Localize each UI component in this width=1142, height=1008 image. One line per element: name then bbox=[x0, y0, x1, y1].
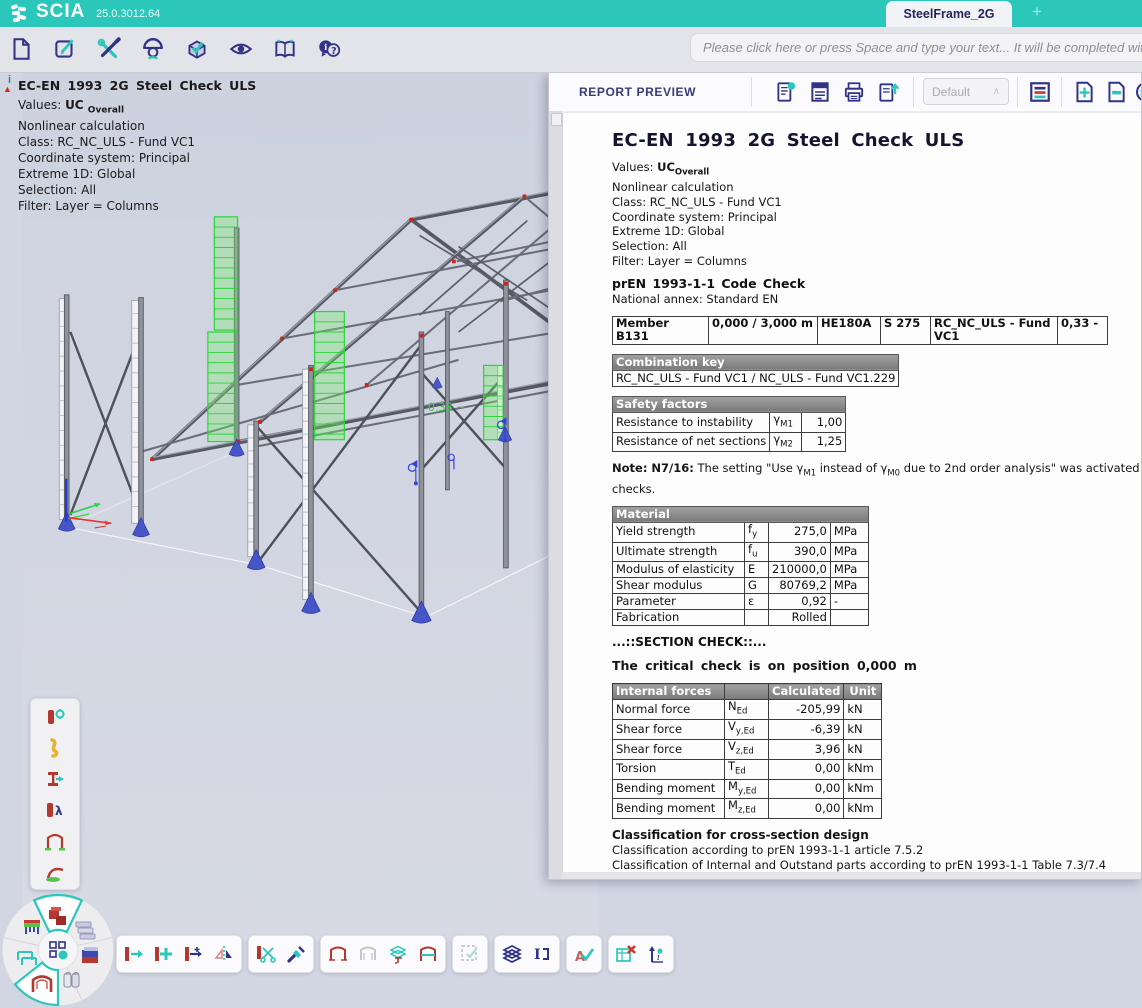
check-member-icon[interactable]: A bbox=[569, 938, 599, 970]
project-tab[interactable]: SteelFrame_2G bbox=[886, 1, 1012, 27]
title-bar: SCIA 25.0.3012.64 SteelFrame_2G + bbox=[0, 0, 1142, 27]
frame-ghost-icon[interactable] bbox=[353, 938, 383, 970]
svg-text:?: ? bbox=[331, 46, 337, 57]
overlay-meta-lines: Nonlinear calculationClass: RC_NC_ULS - … bbox=[18, 118, 256, 214]
scia-logo-icon bbox=[8, 3, 32, 25]
doc-title: EC-EN 1993 2G Steel Check ULS bbox=[612, 130, 1141, 151]
report-horizontal-scrollbar[interactable] bbox=[562, 872, 1141, 879]
member-summary-table: Member B1310,000 / 3,000 mHE180AS 275RC_… bbox=[612, 316, 1108, 345]
chevron-up-icon: ∧ bbox=[993, 86, 1000, 97]
edit-project-icon[interactable] bbox=[48, 32, 82, 66]
report-left-gutter[interactable] bbox=[549, 111, 562, 879]
internal-forces-table: Internal forcesCalculatedUnitNormal forc… bbox=[612, 683, 882, 819]
view-icon[interactable] bbox=[224, 32, 258, 66]
report-page[interactable]: EC-EN 1993 2G Steel Check ULS Values: UC… bbox=[562, 113, 1141, 872]
new-project-icon[interactable] bbox=[4, 32, 38, 66]
report-preview-header: REPORT PREVIEW Default ∧ 100 bbox=[549, 73, 1141, 112]
curved-member-icon[interactable] bbox=[33, 732, 77, 763]
grid-stack-icon[interactable] bbox=[383, 938, 413, 970]
classification-heading: Classification for cross-section design bbox=[612, 828, 1141, 842]
mirror-icon[interactable] bbox=[209, 938, 239, 970]
warning-triangle-icon: ▲ bbox=[3, 85, 12, 94]
measure-info-icon[interactable]: i bbox=[641, 938, 671, 970]
critical-position-line: The critical check is on position 0,000 … bbox=[612, 658, 1141, 673]
combination-key-table: Combination keyRC_NC_ULS - Fund VC1 / NC… bbox=[612, 354, 899, 387]
doc-meta-lines: Nonlinear calculationClass: RC_NC_ULS - … bbox=[612, 180, 1141, 269]
rename-member-icon[interactable]: I bbox=[527, 938, 557, 970]
spotlight-input[interactable] bbox=[690, 33, 1142, 62]
doc-values-line: Values: UCOverall bbox=[612, 160, 1141, 180]
engineer-icon[interactable] bbox=[136, 32, 170, 66]
brand-logo: SCIA bbox=[36, 1, 85, 23]
template-dropdown[interactable]: Default ∧ bbox=[923, 78, 1009, 105]
member-settings-icon[interactable] bbox=[33, 701, 77, 732]
steel-box-icon bbox=[82, 947, 98, 963]
version-label: 25.0.3012.64 bbox=[96, 8, 160, 20]
national-annex: National annex: Standard EN bbox=[612, 292, 1141, 306]
svg-text:i: i bbox=[657, 953, 660, 963]
library-icon[interactable] bbox=[268, 32, 302, 66]
overlay-values-line: Values: UC Overall bbox=[18, 97, 256, 118]
panel-title: REPORT PREVIEW bbox=[579, 85, 696, 99]
safety-factors-table: Safety factorsResistance to instabilityγ… bbox=[612, 396, 846, 453]
paint-properties-icon[interactable] bbox=[281, 938, 311, 970]
layers-icon[interactable] bbox=[497, 938, 527, 970]
classification-lines: Classification according to prEN 1993-1-… bbox=[612, 843, 1141, 872]
region-select-icon[interactable] bbox=[455, 938, 485, 970]
fit-page-icon[interactable] bbox=[1069, 77, 1099, 107]
modify-toolbar: I A i bbox=[116, 933, 680, 975]
material-table: MaterialYield strengthfy275,0MPaUltimate… bbox=[612, 506, 869, 627]
note-paragraph: Note: N7/16: The setting "Use γM1 instea… bbox=[612, 461, 1141, 496]
shell-arch-icon[interactable] bbox=[33, 856, 77, 887]
help-icon[interactable]: i? bbox=[312, 32, 346, 66]
section-check-heading: ...::SECTION CHECK::... bbox=[612, 635, 1141, 649]
cross-section-icon[interactable] bbox=[33, 763, 77, 794]
move-member-icon[interactable] bbox=[119, 938, 149, 970]
cut-member-icon[interactable] bbox=[251, 938, 281, 970]
input-panel-toolbar: λ bbox=[30, 698, 80, 890]
overlay-title: EC-EN 1993 2G Steel Check ULS bbox=[18, 78, 256, 94]
stability-lambda-icon[interactable]: λ bbox=[33, 794, 77, 825]
report-items-icon[interactable] bbox=[1025, 77, 1055, 107]
new-tab-button[interactable]: + bbox=[1026, 2, 1048, 22]
report-preview-panel: REPORT PREVIEW Default ∧ 100 EC-EN 1993 … bbox=[548, 72, 1142, 880]
main-toolbar: i? bbox=[0, 27, 1142, 73]
report-document: EC-EN 1993 2G Steel Check ULS Values: UC… bbox=[612, 130, 1141, 872]
frame-beam-icon[interactable] bbox=[413, 938, 443, 970]
multi-copy-icon[interactable] bbox=[179, 938, 209, 970]
single-page-icon[interactable] bbox=[1101, 77, 1131, 107]
check-cube-icon[interactable] bbox=[180, 32, 214, 66]
export-icon[interactable] bbox=[873, 77, 903, 107]
table-of-contents-icon[interactable] bbox=[805, 77, 835, 107]
svg-text:λ: λ bbox=[55, 804, 63, 818]
tools-icon[interactable] bbox=[92, 32, 126, 66]
svg-text:I: I bbox=[534, 947, 541, 963]
result-value-label: 0,33 ~ bbox=[428, 401, 466, 414]
code-check-title: prEN 1993-1-1 Code Check bbox=[612, 276, 1141, 291]
radial-workstation-menu[interactable] bbox=[0, 892, 122, 1008]
scia-window: 0,33 ~ i ▲ EC-EN 1993 2G Steel Check ULS… bbox=[0, 0, 1142, 1008]
print-icon[interactable] bbox=[839, 77, 869, 107]
report-preview-body: EC-EN 1993 2G Steel Check ULS Values: UC… bbox=[549, 111, 1141, 879]
check-summary-overlay: EC-EN 1993 2G Steel Check ULS Values: UC… bbox=[18, 78, 256, 214]
copy-member-icon[interactable] bbox=[149, 938, 179, 970]
zoom-100-icon[interactable]: 100 bbox=[1131, 77, 1142, 107]
regenerate-report-icon[interactable] bbox=[771, 77, 801, 107]
delete-table-icon[interactable] bbox=[611, 938, 641, 970]
frame-catalog-icon[interactable] bbox=[323, 938, 353, 970]
frame-supports-icon[interactable] bbox=[33, 825, 77, 856]
